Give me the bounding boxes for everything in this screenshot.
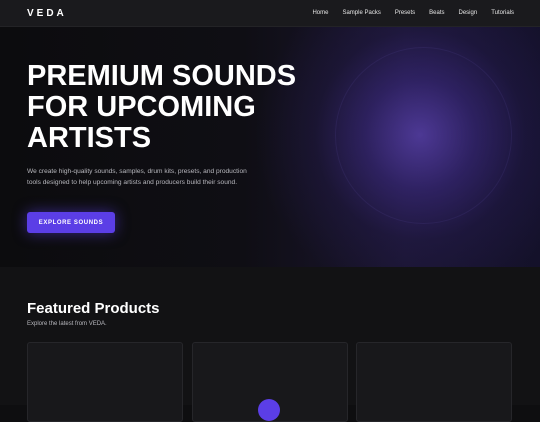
hero-description: We create high-quality sounds, samples, … xyxy=(27,168,247,186)
featured-title: Featured Products xyxy=(27,300,160,317)
product-card[interactable] xyxy=(356,342,512,422)
brand-logo[interactable]: VEDA xyxy=(27,8,67,19)
hero-section: PREMIUM SOUNDS FOR UPCOMING ARTISTS We c… xyxy=(0,27,540,267)
nav-link-home[interactable]: Home xyxy=(312,10,328,16)
nav-link-tutorials[interactable]: Tutorials xyxy=(491,10,514,16)
hero-title: PREMIUM SOUNDS FOR UPCOMING ARTISTS xyxy=(27,60,297,154)
top-nav: VEDA Home Sample Packs Presets Beats Des… xyxy=(0,0,540,27)
nav-link-beats[interactable]: Beats xyxy=(429,10,444,16)
explore-sounds-button[interactable]: EXPLORE SOUNDS xyxy=(27,212,115,233)
product-badge-icon xyxy=(258,399,280,421)
nav-link-design[interactable]: Design xyxy=(459,10,478,16)
product-card[interactable] xyxy=(192,342,348,422)
nav-link-sample-packs[interactable]: Sample Packs xyxy=(342,10,380,16)
nav-link-presets[interactable]: Presets xyxy=(395,10,415,16)
hero-glow-ring xyxy=(335,47,512,224)
featured-products-section: Featured Products Explore the latest fro… xyxy=(0,267,540,422)
nav-links: Home Sample Packs Presets Beats Design T… xyxy=(312,10,514,16)
product-card[interactable] xyxy=(27,342,183,422)
featured-subtitle: Explore the latest from VEDA. xyxy=(27,321,107,327)
